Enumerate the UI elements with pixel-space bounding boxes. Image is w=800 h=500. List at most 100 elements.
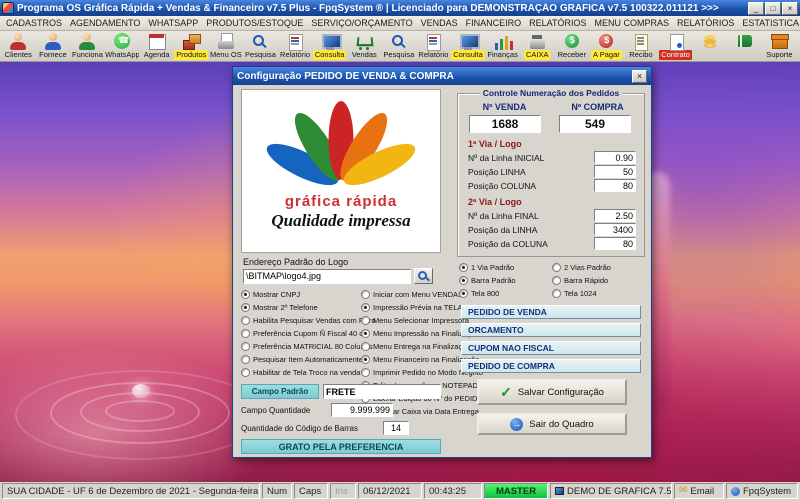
menu-financeiro[interactable]: FINANCEIRO	[462, 16, 526, 30]
radio-1-via-padrao[interactable]: 1 Via Padrão	[459, 263, 552, 272]
radio-2-vias-padrao[interactable]: 2 Vias Padrão	[552, 263, 645, 272]
option-mostrar-telefone[interactable]: Mostrar 2º Telefone	[241, 301, 359, 314]
option-iniciar-vendas[interactable]: Iniciar com Menu VENDAS	[361, 288, 463, 301]
monitor-icon	[458, 33, 481, 50]
toolbar-button-consulta-vendas[interactable]: Consulta	[451, 32, 486, 60]
posicao-coluna2-input[interactable]	[594, 237, 636, 250]
orcamento-button[interactable]: ORCAMENTO	[461, 323, 641, 337]
menu-compras[interactable]: MENU COMPRAS	[590, 16, 673, 30]
radio-tela-1024[interactable]: Tela 1024	[552, 289, 645, 298]
maximize-button[interactable]: □	[765, 1, 781, 15]
pedido-de-venda-button[interactable]: PEDIDO DE VENDA	[461, 305, 641, 319]
linha-inicial-input[interactable]	[594, 151, 636, 164]
exit-dialog-button[interactable]: → Sair do Quadro	[477, 413, 627, 435]
dialog-titlebar[interactable]: Configuração PEDIDO DE VENDA & COMPRA ×	[233, 67, 651, 85]
venda-number-field[interactable]: 1688	[469, 115, 541, 133]
option-pesquisar-item[interactable]: Pesquisar Item Automaticamente	[241, 353, 363, 366]
toolbar-label: Consulta	[451, 50, 485, 60]
toolbar-button-a-pagar[interactable]: A Pagar	[589, 32, 624, 60]
option-impressao-finalizacao[interactable]: Menu Impressão na Finalização	[361, 327, 479, 340]
linha-final-input[interactable]	[594, 209, 636, 222]
toolbar-button-receber[interactable]: Receber	[555, 32, 590, 60]
posicao-linha-input[interactable]	[594, 165, 636, 178]
compra-number-field[interactable]: 549	[559, 115, 631, 133]
option-label: Pesquisar Item Automaticamente	[253, 355, 364, 364]
menu-agendamento[interactable]: AGENDAMENTO	[66, 16, 144, 30]
toolbar-button-whatsapp[interactable]: WhatsApp	[105, 32, 140, 60]
toolbar-label: Clientes	[4, 50, 32, 59]
option-mostrar-cnpj[interactable]: Mostrar CNPJ	[241, 288, 359, 301]
radio-barra-padrao[interactable]: Barra Padrão	[459, 276, 552, 285]
toolbar-button-consulta-os[interactable]: Consulta	[312, 32, 347, 60]
toolbar-button-suporte[interactable]: Suporte	[762, 32, 797, 60]
option-pesquisar-filtro[interactable]: Habilita Pesquisar Vendas com Filtro	[241, 314, 376, 327]
option-label: Menu Selecionar Impressora	[373, 316, 469, 325]
radio-icon	[241, 303, 250, 312]
dialog-close-button[interactable]: ×	[632, 69, 647, 83]
option-entrega-finalizacao[interactable]: Menu Entrega na Finalização	[361, 340, 471, 353]
toolbar-button-recibo[interactable]: Recibo	[624, 32, 659, 60]
support-box-icon	[769, 33, 790, 50]
toolbar-button-livro[interactable]	[727, 32, 762, 60]
search-icon	[389, 33, 409, 50]
employees-icon	[77, 33, 97, 50]
logo-path-label: Endereço Padrão do Logo	[243, 257, 349, 267]
config-dialog: Configuração PEDIDO DE VENDA & COMPRA × …	[232, 66, 652, 458]
codigo-barras-input[interactable]	[383, 421, 409, 435]
menu-relatorios[interactable]: RELATÓRIOS	[525, 16, 590, 30]
app-window: Programa OS Gráfica Rápida + Vendas & Fi…	[0, 0, 800, 500]
browse-logo-button[interactable]	[414, 268, 433, 284]
option-matricial-80[interactable]: Preferência MATRICIAL 80 Colunas	[241, 340, 373, 353]
option-financeiro-finalizacao[interactable]: Menu Financeiro na Finalização	[361, 353, 479, 366]
menu-servico-orcamento[interactable]: SERVIÇO/ORÇAMENTO	[307, 16, 416, 30]
option-tela-troco[interactable]: Habilitar de Tela Troco na venda	[241, 366, 360, 379]
radio-icon	[552, 276, 561, 285]
toolbar-button-produtos[interactable]: Produtos	[174, 32, 209, 60]
toolbar-button-vendas[interactable]: Vendas	[347, 32, 382, 60]
radio-barra-rapido[interactable]: Barra Rápido	[552, 276, 645, 285]
option-impressao-previa[interactable]: Impressão Prévia na TELA	[361, 301, 463, 314]
save-config-button[interactable]: ✓ Salvar Configuração	[477, 379, 627, 405]
toolbar-label: Vendas	[351, 50, 377, 59]
option-modo-negrito[interactable]: Imprimir Pedido no Modo Negrito	[361, 366, 483, 379]
toolbar-button-contrato[interactable]: Contrato	[658, 32, 693, 60]
menu-relatorios-2[interactable]: RELATÓRIOS	[673, 16, 738, 30]
menu-vendas[interactable]: VENDAS	[417, 16, 462, 30]
menu-estatistica[interactable]: ESTATISTICA	[738, 16, 800, 30]
statusbar: SUA CIDADE - UF 6 de Dezembro de 2021 - …	[0, 482, 800, 500]
logo-path-input[interactable]	[243, 268, 411, 284]
toolbar-button-funciona[interactable]: Funciona	[70, 32, 105, 60]
toolbar-button-pesquisa-os[interactable]: Pesquisa	[243, 32, 278, 60]
field-label: Posição da COLUNA	[468, 238, 548, 249]
campo-padrao-row: Campo Padrão	[241, 384, 441, 399]
posicao-linha2-input[interactable]	[594, 223, 636, 236]
tela-radio-row: Tela 800 Tela 1024	[459, 289, 645, 298]
minimize-button[interactable]: _	[748, 1, 764, 15]
toolbar-button-clientes[interactable]: Clientes	[1, 32, 36, 60]
posicao-coluna-input[interactable]	[594, 179, 636, 192]
status-email[interactable]: ✉ Email	[674, 483, 724, 499]
toolbar-button-caixa[interactable]: CAIXA	[520, 32, 555, 60]
close-button[interactable]: ×	[782, 1, 798, 15]
posicao-linha2-row: Posição da LINHA	[468, 223, 636, 236]
toolbar-button-relatorio-vendas[interactable]: Relatório	[416, 32, 451, 60]
toolbar-button-menu-os[interactable]: Menu OS	[209, 32, 244, 60]
radio-tela-800[interactable]: Tela 800	[459, 289, 552, 298]
cupom-nao-fiscal-button[interactable]: CUPOM NAO FISCAL	[461, 341, 641, 355]
campo-padrao-input[interactable]	[323, 384, 441, 399]
toolbar-button-fornece[interactable]: Fornece	[36, 32, 71, 60]
menu-produtos-estoque[interactable]: PRODUTOS/ESTOQUE	[202, 16, 307, 30]
toolbar-button-moedas[interactable]	[693, 32, 728, 60]
menu-whatsapp[interactable]: WHATSAPP	[144, 16, 202, 30]
toolbar-button-relatorio-os[interactable]: Relatório	[278, 32, 313, 60]
campo-quantidade-input[interactable]	[331, 403, 393, 417]
option-selecionar-impressora[interactable]: Menu Selecionar Impressora	[361, 314, 469, 327]
menu-cadastros[interactable]: CADASTROS	[2, 16, 66, 30]
pedido-de-compra-button[interactable]: PEDIDO DE COMPRA	[461, 359, 641, 373]
option-cupom-40col[interactable]: Preferência Cupom Ñ Fiscal 40 col	[241, 327, 369, 340]
status-email-label: Email	[690, 485, 715, 497]
toolbar-button-financas[interactable]: Finanças	[485, 32, 520, 60]
toolbar-button-agenda[interactable]: Agenda	[139, 32, 174, 60]
option-label: Menu Entrega na Finalização	[373, 342, 471, 351]
toolbar-button-pesquisa-vendas[interactable]: Pesquisa	[382, 32, 417, 60]
